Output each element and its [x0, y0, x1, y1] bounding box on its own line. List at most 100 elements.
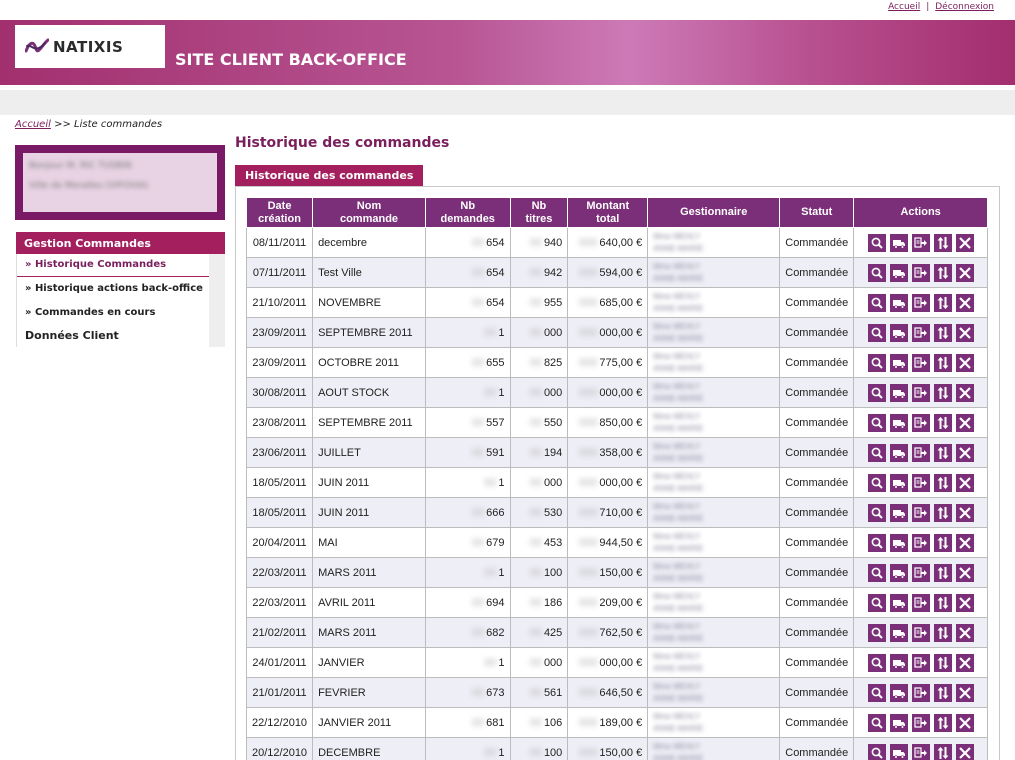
truck-action-button[interactable]: [889, 323, 908, 342]
close-action-button[interactable]: [955, 443, 974, 462]
logout-link[interactable]: Déconnexion: [935, 2, 994, 12]
close-action-button[interactable]: [955, 503, 974, 522]
natixis-logo[interactable]: NATIXIS: [15, 25, 165, 68]
transfer-action-button[interactable]: [911, 623, 930, 642]
close-action-button[interactable]: [955, 413, 974, 432]
close-action-button[interactable]: [955, 533, 974, 552]
tab-historique-commandes[interactable]: Historique des commandes: [235, 165, 424, 186]
sort-arrows-action-button[interactable]: [933, 743, 952, 760]
sort-arrows-action-button[interactable]: [933, 473, 952, 492]
sort-arrows-action-button[interactable]: [933, 323, 952, 342]
close-action-button[interactable]: [955, 233, 974, 252]
truck-action-button[interactable]: [889, 293, 908, 312]
truck-action-button[interactable]: [889, 683, 908, 702]
sidebar-item-historique-commandes[interactable]: » Historique Commandes: [17, 254, 209, 277]
sort-arrows-action-button[interactable]: [933, 563, 952, 582]
truck-action-button[interactable]: [889, 383, 908, 402]
col-header-amount[interactable]: Montant total: [567, 197, 649, 228]
magnifier-action-button[interactable]: [867, 683, 886, 702]
magnifier-action-button[interactable]: [867, 713, 886, 732]
magnifier-action-button[interactable]: [867, 353, 886, 372]
truck-action-button[interactable]: [889, 653, 908, 672]
truck-action-button[interactable]: [889, 413, 908, 432]
close-action-button[interactable]: [955, 623, 974, 642]
transfer-action-button[interactable]: [911, 413, 930, 432]
sidebar-item-commandes-en-cours[interactable]: » Commandes en cours: [17, 301, 209, 325]
sort-arrows-action-button[interactable]: [933, 443, 952, 462]
close-action-button[interactable]: [955, 473, 974, 492]
close-action-button[interactable]: [955, 353, 974, 372]
magnifier-action-button[interactable]: [867, 503, 886, 522]
sidebar-item-historique-actions[interactable]: » Historique actions back-office: [17, 277, 209, 301]
close-action-button[interactable]: [955, 593, 974, 612]
sort-arrows-action-button[interactable]: [933, 653, 952, 672]
truck-action-button[interactable]: [889, 743, 908, 760]
transfer-action-button[interactable]: [911, 503, 930, 522]
magnifier-action-button[interactable]: [867, 563, 886, 582]
transfer-action-button[interactable]: [911, 353, 930, 372]
magnifier-action-button[interactable]: [867, 263, 886, 282]
truck-action-button[interactable]: [889, 713, 908, 732]
magnifier-action-button[interactable]: [867, 383, 886, 402]
sort-arrows-action-button[interactable]: [933, 233, 952, 252]
transfer-action-button[interactable]: [911, 263, 930, 282]
transfer-action-button[interactable]: [911, 533, 930, 552]
sort-arrows-action-button[interactable]: [933, 623, 952, 642]
truck-action-button[interactable]: [889, 623, 908, 642]
truck-action-button[interactable]: [889, 233, 908, 252]
truck-action-button[interactable]: [889, 533, 908, 552]
magnifier-action-button[interactable]: [867, 443, 886, 462]
magnifier-action-button[interactable]: [867, 323, 886, 342]
truck-action-button[interactable]: [889, 443, 908, 462]
transfer-action-button[interactable]: [911, 473, 930, 492]
truck-action-button[interactable]: [889, 563, 908, 582]
menu-section-gestion-commandes[interactable]: Gestion Commandes: [16, 232, 225, 254]
menu-section-donnees-client[interactable]: Données Client: [17, 325, 209, 347]
col-header-titles[interactable]: Nb titres: [509, 197, 569, 228]
close-action-button[interactable]: [955, 293, 974, 312]
sort-arrows-action-button[interactable]: [933, 713, 952, 732]
transfer-action-button[interactable]: [911, 683, 930, 702]
close-action-button[interactable]: [955, 383, 974, 402]
magnifier-action-button[interactable]: [867, 743, 886, 760]
sort-arrows-action-button[interactable]: [933, 353, 952, 372]
magnifier-action-button[interactable]: [867, 413, 886, 432]
sort-arrows-action-button[interactable]: [933, 383, 952, 402]
close-action-button[interactable]: [955, 563, 974, 582]
truck-action-button[interactable]: [889, 473, 908, 492]
transfer-action-button[interactable]: [911, 593, 930, 612]
truck-action-button[interactable]: [889, 503, 908, 522]
sort-arrows-action-button[interactable]: [933, 593, 952, 612]
col-header-name[interactable]: Nom commande: [312, 197, 426, 228]
truck-action-button[interactable]: [889, 263, 908, 282]
truck-action-button[interactable]: [889, 593, 908, 612]
sort-arrows-action-button[interactable]: [933, 533, 952, 552]
transfer-action-button[interactable]: [911, 323, 930, 342]
breadcrumb-home-link[interactable]: Accueil: [15, 119, 51, 130]
magnifier-action-button[interactable]: [867, 623, 886, 642]
transfer-action-button[interactable]: [911, 713, 930, 732]
transfer-action-button[interactable]: [911, 383, 930, 402]
col-header-requests[interactable]: Nb demandes: [424, 197, 511, 228]
sort-arrows-action-button[interactable]: [933, 293, 952, 312]
sort-arrows-action-button[interactable]: [933, 683, 952, 702]
col-header-date[interactable]: Date création: [245, 197, 314, 228]
close-action-button[interactable]: [955, 263, 974, 282]
col-header-status[interactable]: Statut: [779, 197, 855, 228]
magnifier-action-button[interactable]: [867, 293, 886, 312]
transfer-action-button[interactable]: [911, 743, 930, 760]
magnifier-action-button[interactable]: [867, 593, 886, 612]
close-action-button[interactable]: [955, 713, 974, 732]
close-action-button[interactable]: [955, 653, 974, 672]
transfer-action-button[interactable]: [911, 443, 930, 462]
transfer-action-button[interactable]: [911, 563, 930, 582]
transfer-action-button[interactable]: [911, 293, 930, 312]
col-header-manager[interactable]: Gestionnaire: [647, 197, 781, 228]
close-action-button[interactable]: [955, 683, 974, 702]
home-link[interactable]: Accueil: [888, 2, 920, 12]
magnifier-action-button[interactable]: [867, 233, 886, 252]
magnifier-action-button[interactable]: [867, 533, 886, 552]
sort-arrows-action-button[interactable]: [933, 503, 952, 522]
sort-arrows-action-button[interactable]: [933, 263, 952, 282]
sort-arrows-action-button[interactable]: [933, 413, 952, 432]
